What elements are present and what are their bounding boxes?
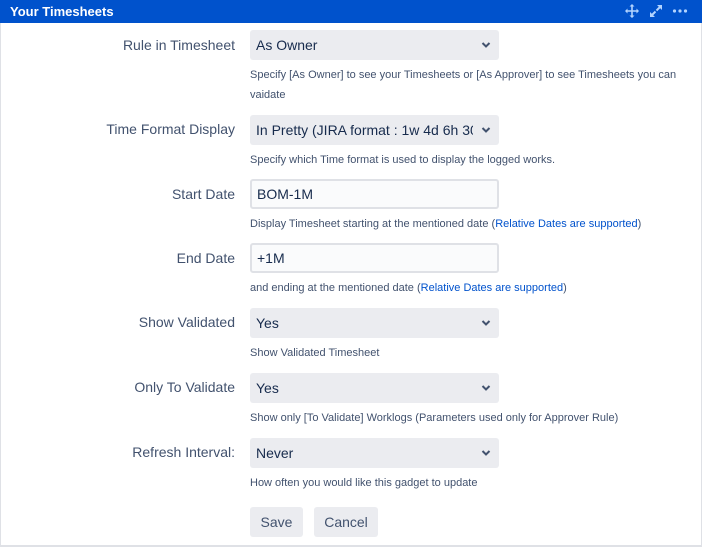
- start-date-help-suffix: ): [637, 218, 642, 230]
- show-validated-select-value: Yes: [256, 315, 279, 331]
- gadget-toolbar: [624, 3, 688, 19]
- refresh-interval-select[interactable]: Never: [250, 438, 499, 468]
- end-date-help-suffix: ): [563, 282, 567, 294]
- save-button[interactable]: Save: [250, 507, 303, 537]
- refresh-interval-help: How often you would like this gadget to …: [250, 477, 478, 489]
- time-format-label: Time Format Display: [106, 121, 235, 137]
- gadget-title: Your Timesheets: [10, 4, 114, 19]
- end-date-value: +1M: [257, 250, 285, 266]
- rule-help: Specify [As Owner] to see your Timesheet…: [250, 69, 677, 101]
- time-format-select-value: In Pretty (JIRA format : 1w 4d 6h 30: [256, 122, 473, 138]
- refresh-interval-label: Refresh Interval:: [132, 444, 235, 460]
- chevron-down-icon: [481, 320, 491, 326]
- start-date-help: Display Timesheet starting at the mentio…: [250, 214, 690, 234]
- time-format-select[interactable]: In Pretty (JIRA format : 1w 4d 6h 30: [250, 115, 499, 145]
- chevron-down-icon: [481, 385, 491, 391]
- chevron-down-icon: [481, 450, 491, 456]
- start-date-value: BOM-1M: [257, 186, 313, 202]
- gadget-frame: Your Timesheets Rule in Timesheet As Own…: [0, 0, 702, 547]
- end-date-help: and ending at the mentioned date (Relati…: [250, 278, 690, 298]
- relative-dates-link[interactable]: Relative Dates are supported: [495, 218, 637, 230]
- time-format-help: Specify which Time format is used to dis…: [250, 154, 556, 166]
- rule-label: Rule in Timesheet: [122, 37, 235, 53]
- show-validated-label: Show Validated: [138, 314, 235, 330]
- only-to-validate-select-value: Yes: [256, 380, 279, 396]
- refresh-interval-select-value: Never: [256, 445, 294, 461]
- end-date-input[interactable]: +1M: [250, 243, 499, 273]
- chevron-down-icon: [481, 127, 491, 133]
- end-date-help-text: and ending at the mentioned date (: [250, 282, 421, 294]
- expand-icon[interactable]: [648, 3, 664, 19]
- rule-select-value: As Owner: [256, 37, 318, 53]
- start-date-help-text: Display Timesheet starting at the mentio…: [250, 218, 496, 230]
- chevron-down-icon: [481, 42, 491, 48]
- only-to-validate-select[interactable]: Yes: [250, 373, 499, 403]
- only-to-validate-help: Show only [To Validate] Worklogs (Parame…: [250, 412, 619, 424]
- end-date-label: End Date: [176, 250, 235, 266]
- cancel-button[interactable]: Cancel: [314, 507, 378, 537]
- move-icon[interactable]: [624, 3, 640, 19]
- only-to-validate-label: Only To Validate: [134, 379, 235, 395]
- relative-dates-link[interactable]: Relative Dates are supported: [421, 282, 563, 294]
- rule-select[interactable]: As Owner: [250, 30, 499, 60]
- start-date-input[interactable]: BOM-1M: [250, 179, 499, 209]
- frame-left-border: [0, 23, 1, 547]
- more-icon[interactable]: [672, 3, 688, 19]
- gadget-titlebar: Your Timesheets: [0, 0, 702, 23]
- start-date-label: Start Date: [171, 186, 235, 202]
- show-validated-help: Show Validated Timesheet: [250, 347, 380, 359]
- show-validated-select[interactable]: Yes: [250, 308, 499, 338]
